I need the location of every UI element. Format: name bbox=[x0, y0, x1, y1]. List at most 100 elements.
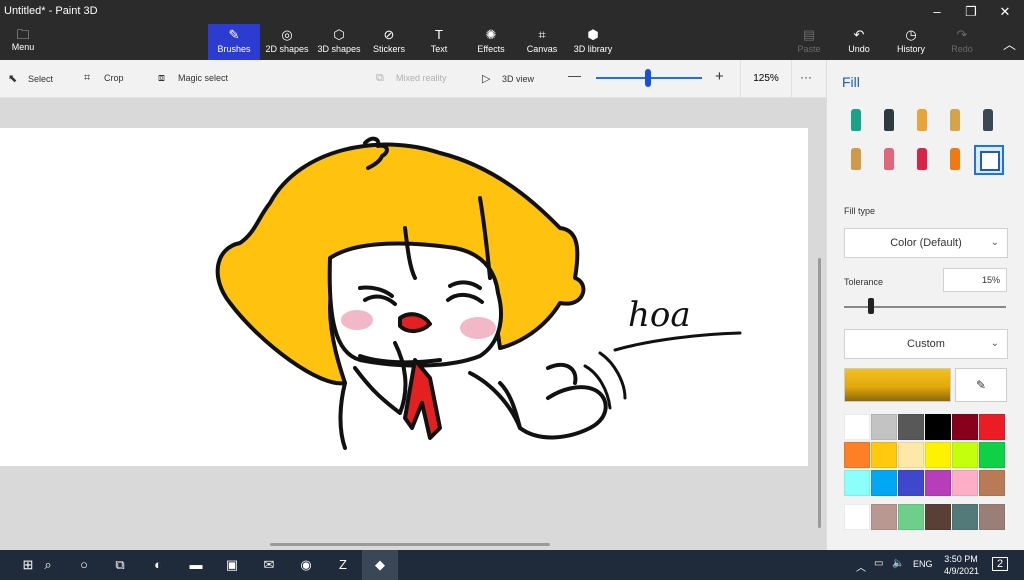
color-swatch[interactable] bbox=[898, 470, 924, 496]
pixel-pen-brush-button[interactable] bbox=[974, 106, 1004, 136]
color-swatch[interactable] bbox=[925, 414, 951, 440]
magic-select-icon: ⧈ bbox=[158, 72, 165, 84]
tool-canvas[interactable]: ⌗ Canvas bbox=[515, 24, 569, 60]
tool-brushes[interactable]: ✎ Brushes bbox=[208, 24, 260, 60]
color-palette-dropdown[interactable]: Custom ⌄ bbox=[844, 329, 1008, 359]
zoom-slider-thumb[interactable] bbox=[645, 69, 651, 87]
tool-label: 3D shapes bbox=[317, 44, 361, 54]
taskbar: ⊞ ⌕ ○ ⧉ ◐ ▬ ▣ ✉ ◉ Z ◆ ︿ ▭ 🔈 ENG 3:50 PM 4/9/2021 2 bbox=[0, 550, 1024, 580]
clock-time: 3:50 PM bbox=[944, 554, 978, 564]
color-swatch[interactable] bbox=[952, 414, 978, 440]
tray-chevron-icon[interactable]: ︿ bbox=[856, 559, 866, 574]
eyedropper-button[interactable]: ✎ bbox=[955, 368, 1007, 402]
color-swatch[interactable] bbox=[871, 442, 897, 468]
magic-select-button[interactable]: ⧈ Magic select bbox=[158, 72, 228, 85]
calligraphy-pen-brush-button[interactable] bbox=[875, 106, 905, 136]
task-view-icon[interactable]: ⧉ bbox=[102, 550, 138, 580]
mixed-reality-button[interactable]: ⧉ Mixed reality bbox=[376, 72, 447, 85]
watercolor-brush-button[interactable] bbox=[941, 106, 971, 136]
volume-icon[interactable]: 🔈 bbox=[892, 558, 904, 569]
cursor-icon: ⬉ bbox=[8, 73, 18, 85]
mail-icon[interactable]: ✉ bbox=[251, 550, 287, 580]
network-icon[interactable]: ▭ bbox=[874, 558, 883, 569]
arm-left bbox=[338, 381, 347, 450]
3d-view-button[interactable]: ▷ 3D view bbox=[482, 72, 534, 85]
eraser-brush-button[interactable] bbox=[875, 145, 905, 175]
collapse-ribbon-icon[interactable]: ︿ bbox=[1003, 34, 1016, 53]
clock[interactable]: 3:50 PM 4/9/2021 bbox=[944, 553, 979, 577]
zoom-value[interactable]: 125% bbox=[740, 60, 792, 98]
select-button[interactable]: ⬉ Select bbox=[8, 72, 53, 85]
tolerance-slider-thumb[interactable] bbox=[868, 298, 874, 314]
language-indicator[interactable]: ENG bbox=[913, 559, 933, 569]
redo-button[interactable]: ↷ Redo bbox=[935, 24, 989, 60]
color-swatch[interactable] bbox=[844, 414, 870, 440]
cortana-icon[interactable]: ○ bbox=[66, 550, 102, 580]
spray-can-brush-button[interactable] bbox=[941, 145, 971, 175]
pixel-pen-icon bbox=[983, 109, 993, 131]
tool-stickers[interactable]: ⊘ Stickers bbox=[362, 24, 416, 60]
drawing-canvas[interactable]: hoa bbox=[0, 128, 808, 466]
crayon-brush-button[interactable] bbox=[908, 145, 938, 175]
history-button[interactable]: ◷ History bbox=[884, 24, 938, 60]
drawing-artwork: hoa bbox=[215, 136, 742, 450]
oil-brush-brush-button[interactable] bbox=[908, 106, 938, 136]
chrome-icon[interactable]: ◉ bbox=[288, 550, 324, 580]
search-icon[interactable]: ⌕ bbox=[30, 550, 66, 580]
tolerance-input[interactable]: 15% bbox=[943, 268, 1007, 292]
maximize-button[interactable]: ❐ bbox=[954, 2, 988, 22]
zalo-icon[interactable]: Z bbox=[325, 550, 361, 580]
edge-icon[interactable]: ◐ bbox=[140, 550, 176, 580]
fill-brush-button[interactable] bbox=[974, 145, 1004, 175]
pencil-brush-button[interactable] bbox=[842, 145, 872, 175]
color-swatch[interactable] bbox=[979, 470, 1005, 496]
horizontal-scrollbar[interactable] bbox=[270, 543, 550, 546]
color-swatch[interactable] bbox=[979, 414, 1005, 440]
notifications-button[interactable]: 2 bbox=[992, 557, 1008, 571]
color-swatch[interactable] bbox=[925, 442, 951, 468]
color-swatch[interactable] bbox=[871, 504, 897, 530]
current-color-swatch[interactable] bbox=[844, 368, 951, 402]
tool-text[interactable]: T Text bbox=[412, 24, 466, 60]
zoom-in-button[interactable]: + bbox=[715, 68, 724, 85]
color-swatch[interactable] bbox=[871, 414, 897, 440]
file-explorer-icon[interactable]: ▬ bbox=[178, 550, 214, 580]
tool-effects[interactable]: ✺ Effects bbox=[464, 24, 518, 60]
tool-label: Brushes bbox=[217, 44, 251, 54]
zoom-out-button[interactable]: — bbox=[568, 68, 581, 83]
color-swatch[interactable] bbox=[952, 442, 978, 468]
color-swatch[interactable] bbox=[979, 442, 1005, 468]
tool-3d-library[interactable]: ⬢ 3D library bbox=[566, 24, 620, 60]
color-swatch[interactable] bbox=[844, 504, 870, 530]
color-swatch[interactable] bbox=[898, 442, 924, 468]
more-options-button[interactable]: ··· bbox=[800, 70, 812, 84]
color-swatch[interactable] bbox=[871, 470, 897, 496]
marker-brush-button[interactable] bbox=[842, 106, 872, 136]
fill-type-label: Fill type bbox=[844, 206, 876, 216]
color-swatch[interactable] bbox=[898, 414, 924, 440]
effects-icon: ✺ bbox=[485, 27, 497, 42]
color-swatch[interactable] bbox=[844, 442, 870, 468]
color-swatch[interactable] bbox=[979, 504, 1005, 530]
close-button[interactable]: ✕ bbox=[988, 2, 1022, 22]
hand bbox=[498, 362, 578, 430]
color-swatch[interactable] bbox=[952, 470, 978, 496]
action-label: Redo bbox=[951, 44, 973, 54]
fill-type-dropdown[interactable]: Color (Default) ⌄ bbox=[844, 228, 1008, 258]
vertical-scrollbar[interactable] bbox=[818, 258, 821, 528]
crop-button[interactable]: ⌗ Crop bbox=[84, 72, 124, 85]
store-icon[interactable]: ▣ bbox=[214, 550, 250, 580]
color-swatch[interactable] bbox=[898, 504, 924, 530]
menu-button[interactable]: 🗀 Menu bbox=[0, 28, 46, 60]
tool-3d-shapes[interactable]: ⬡ 3D shapes bbox=[312, 24, 366, 60]
undo-button[interactable]: ↶ Undo bbox=[832, 24, 886, 60]
color-swatch[interactable] bbox=[925, 504, 951, 530]
color-swatch[interactable] bbox=[925, 470, 951, 496]
minimize-button[interactable]: – bbox=[920, 2, 954, 22]
tool-2d-shapes[interactable]: ◎ 2D shapes bbox=[260, 24, 314, 60]
paste-button[interactable]: ▤ Paste bbox=[782, 24, 836, 60]
paint3d-icon[interactable]: ◆ bbox=[362, 550, 398, 580]
color-swatch[interactable] bbox=[952, 504, 978, 530]
color-swatch[interactable] bbox=[844, 470, 870, 496]
chevron-down-icon: ⌄ bbox=[990, 237, 999, 248]
